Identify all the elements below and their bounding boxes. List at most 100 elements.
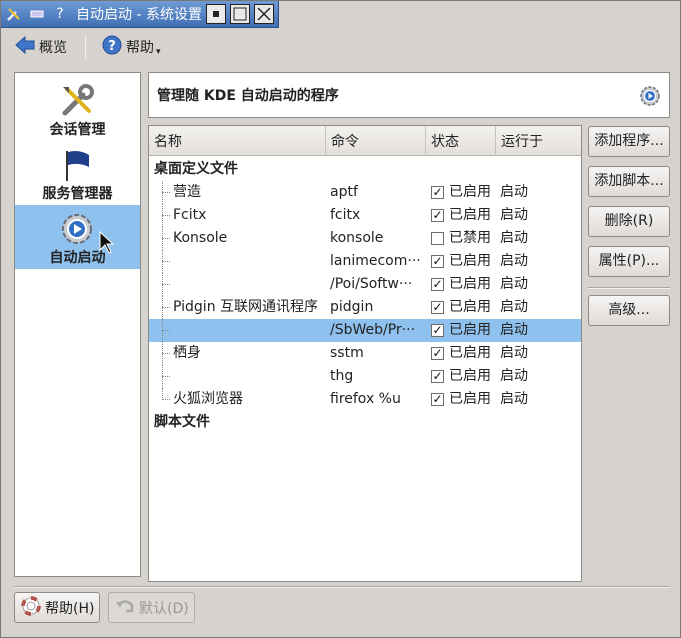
cell-run-at: 启动	[500, 345, 528, 361]
tree-branch	[162, 307, 170, 308]
tree-branch	[162, 330, 170, 331]
cell-name	[173, 319, 327, 342]
cell-run-at: 启动	[500, 368, 528, 384]
cell-name	[173, 273, 327, 296]
cell-name: Pidgin 互联网通讯程序	[173, 299, 319, 315]
overview-label: 概览	[39, 40, 67, 56]
defaults-button-label: 默认(D)	[139, 600, 189, 617]
tools-icon[interactable]	[4, 4, 24, 24]
title-bar[interactable]: ? 自动启动 - 系统设置	[1, 1, 279, 28]
minimize-button[interactable]	[205, 4, 226, 24]
sidebar-item-session[interactable]: 会话管理	[15, 77, 140, 141]
cell-run-at: 启动	[500, 184, 528, 200]
tree-branch	[162, 261, 170, 262]
enabled-checkbox[interactable]: ✓	[431, 186, 444, 199]
cell-run-at: 启动	[500, 230, 528, 246]
sidebar-item-services[interactable]: 服务管理器	[15, 141, 140, 205]
cell-name	[173, 365, 327, 388]
column-header-status[interactable]: 状态	[426, 126, 496, 156]
mouse-cursor-icon	[99, 230, 115, 259]
cell-name	[173, 250, 327, 273]
page-header: 管理随 KDE 自动启动的程序	[148, 72, 670, 118]
enabled-checkbox[interactable]: ✓	[431, 393, 444, 406]
cell-status: 已启用	[449, 276, 491, 292]
group-row-scripts[interactable]: 脚本文件	[149, 411, 581, 434]
add-program-button[interactable]: 添加程序...	[588, 126, 670, 157]
pin-icon[interactable]	[27, 4, 47, 24]
help-glyph[interactable]: ?	[50, 4, 70, 24]
help-icon: ?	[102, 35, 122, 59]
defaults-button[interactable]: 默认(D)	[108, 592, 195, 623]
cell-run-at: 启动	[500, 253, 528, 269]
enabled-checkbox[interactable]: ✓	[431, 255, 444, 268]
cell-status: 已启用	[449, 253, 491, 269]
cell-command: firefox %u	[330, 391, 401, 407]
column-header-run-at[interactable]: 运行于	[496, 126, 581, 156]
cell-run-at: 启动	[500, 299, 528, 315]
table-row[interactable]: Pidgin 互联网通讯程序 pidgin ✓ 已启用 启动	[149, 296, 581, 319]
cell-run-at: 启动	[500, 391, 528, 407]
enabled-checkbox[interactable]: ✓	[431, 347, 444, 360]
enabled-checkbox[interactable]	[431, 232, 444, 245]
maximize-button[interactable]	[229, 4, 250, 24]
add-script-button[interactable]: 添加脚本...	[588, 166, 670, 197]
cell-status: 已启用	[449, 207, 491, 223]
window-title: 自动启动 - 系统设置	[76, 7, 202, 23]
sidebar-item-autostart[interactable]: 自动启动	[15, 205, 140, 269]
sidebar-item-label: 服务管理器	[42, 186, 113, 202]
table-row[interactable]: lanimecom··· ✓ 已启用 启动	[149, 250, 581, 273]
tree-branch	[162, 353, 170, 354]
enabled-checkbox[interactable]: ✓	[431, 370, 444, 383]
enabled-checkbox[interactable]: ✓	[431, 301, 444, 314]
cell-name: 栖身	[173, 345, 201, 361]
group-label: 桌面定义文件	[154, 161, 238, 177]
table-row[interactable]: /SbWeb/Pr··· ✓ 已启用 启动	[149, 319, 581, 342]
tree-branch	[162, 192, 170, 193]
page-title: 管理随 KDE 自动启动的程序	[157, 88, 339, 104]
table-row[interactable]: 营造 aptf ✓ 已启用 启动	[149, 181, 581, 204]
cell-status: 已启用	[449, 184, 491, 200]
properties-button[interactable]: 属性(P)...	[588, 246, 670, 277]
enabled-checkbox[interactable]: ✓	[431, 209, 444, 222]
flag-icon	[59, 147, 95, 183]
cell-name: 营造	[173, 184, 201, 200]
tree-branch	[162, 376, 170, 377]
close-button[interactable]	[253, 4, 274, 24]
advanced-button[interactable]: 高级...	[588, 295, 670, 326]
sidebar-item-label: 自动启动	[49, 250, 106, 266]
cell-status: 已启用	[449, 345, 491, 361]
column-header-command[interactable]: 命令	[326, 126, 426, 156]
table-row[interactable]: Fcitx fcitx ✓ 已启用 启动	[149, 204, 581, 227]
cell-run-at: 启动	[500, 276, 528, 292]
column-header-name[interactable]: 名称	[149, 126, 326, 156]
help-menu-button[interactable]: ? 帮助 ▾	[98, 33, 165, 61]
enabled-checkbox[interactable]: ✓	[431, 278, 444, 291]
overview-button[interactable]: 概览	[11, 33, 71, 61]
cell-command: konsole	[330, 230, 384, 246]
help-button[interactable]: 帮助(H)	[14, 592, 100, 623]
divider	[588, 287, 670, 289]
cell-run-at: 启动	[500, 322, 528, 338]
table-row[interactable]: 栖身 sstm ✓ 已启用 启动	[149, 342, 581, 365]
cell-command: sstm	[330, 345, 364, 361]
cell-run-at: 启动	[500, 207, 528, 223]
gear-play-icon	[59, 211, 95, 247]
remove-button[interactable]: 删除(R)	[588, 206, 670, 237]
gear-play-icon	[639, 85, 661, 111]
cell-status: 已启用	[449, 391, 491, 407]
cell-name: Konsole	[173, 230, 228, 246]
cell-name: Fcitx	[173, 207, 207, 223]
table-row[interactable]: 火狐浏览器 firefox %u ✓ 已启用 启动	[149, 388, 581, 411]
cell-status: 已启用	[449, 322, 491, 338]
toolbar: 概览 ? 帮助 ▾	[1, 29, 681, 65]
tree-branch	[162, 284, 170, 285]
help-button-label: 帮助(H)	[45, 600, 95, 617]
lifebuoy-icon	[21, 595, 41, 620]
module-sidebar: 会话管理 服务管理器 自动启动	[14, 72, 141, 577]
table-row[interactable]: /Poi/Softw··· ✓ 已启用 启动	[149, 273, 581, 296]
table-row[interactable]: thg ✓ 已启用 启动	[149, 365, 581, 388]
group-row-desktop[interactable]: 桌面定义文件	[149, 158, 581, 181]
table-row[interactable]: Konsole konsole 已禁用 启动	[149, 227, 581, 250]
enabled-checkbox[interactable]: ✓	[431, 324, 444, 337]
cell-status: 已启用	[449, 299, 491, 315]
